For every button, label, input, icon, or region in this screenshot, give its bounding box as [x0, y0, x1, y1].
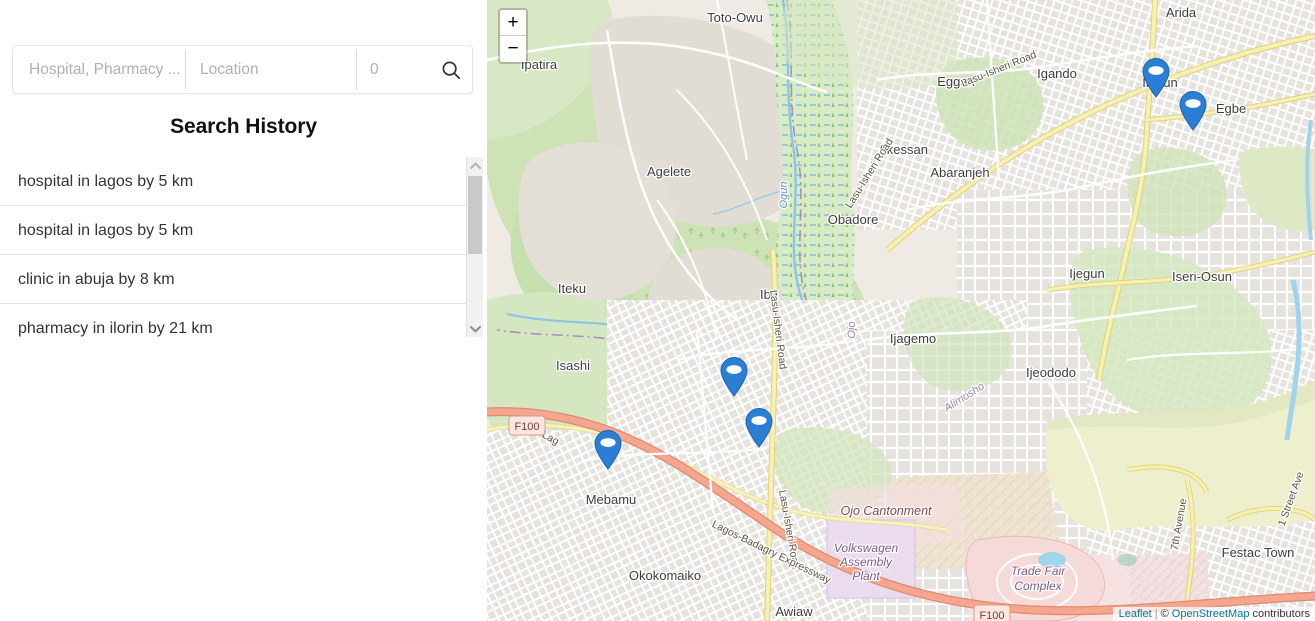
marker-mebamu[interactable]	[591, 428, 625, 470]
leaflet-link[interactable]: Leaflet	[1119, 608, 1152, 620]
map-label-poi: Assembly	[839, 555, 893, 569]
map-label-water: Ogun	[778, 182, 790, 209]
map-label-place: Ijagemo	[890, 331, 936, 346]
map-label-poi: Volkswagen	[834, 541, 899, 555]
map-label-place: Festac Town	[1222, 545, 1295, 560]
search-history-item[interactable]: pharmacy in ilorin by 21 km	[0, 304, 466, 337]
app-root: Search History hospital in lagos by 5 km…	[0, 0, 1315, 621]
zoom-in-button[interactable]: +	[500, 10, 526, 36]
map-view[interactable]: Toto-Owu Ipatira Agelete Akessan Obadore Egga…	[487, 0, 1315, 621]
search-history-title: Search History	[170, 115, 317, 138]
search-history-list: hospital in lagos by 5 km hospital in lag…	[0, 157, 466, 337]
zoom-out-button[interactable]: −	[500, 36, 526, 62]
marker-ikotun[interactable]	[1139, 56, 1173, 98]
map-label-place: Obadore	[828, 212, 879, 227]
map-label-place: Awiaw	[775, 604, 813, 619]
map-label-place: Abaranjeh	[930, 165, 989, 180]
attribution-separator: |	[1154, 608, 1158, 620]
scrollbar-up-arrow[interactable]	[467, 157, 483, 174]
openstreetmap-link[interactable]: OpenStreetMap	[1172, 608, 1250, 620]
marker-iba[interactable]	[717, 355, 751, 397]
marker-egbe[interactable]	[1176, 89, 1210, 131]
svg-text:F100: F100	[514, 421, 539, 433]
map-label-boundary: Ojo	[846, 321, 858, 338]
search-location-input[interactable]	[186, 46, 356, 93]
map-label-place: Ijegun	[1069, 266, 1104, 281]
map-label-place: Okokomaiko	[629, 568, 701, 583]
map-label-place: Isashi	[556, 358, 590, 373]
map-label-poi: Plant	[852, 569, 880, 583]
search-history-scrollbar[interactable]	[466, 157, 483, 337]
attribution-contributors: contributors	[1252, 608, 1310, 620]
map-label-place: Agelete	[647, 164, 691, 179]
map-label-place: Igando	[1037, 66, 1077, 81]
marker-lasu-road[interactable]	[742, 406, 776, 448]
chevron-up-icon	[469, 162, 481, 170]
map-label-place: Ijeododo	[1026, 365, 1076, 380]
copyright-symbol: ©	[1160, 608, 1169, 620]
search-history-item[interactable]: clinic in abuja by 8 km	[0, 255, 466, 304]
map-label-place: Iseri-Osun	[1172, 269, 1232, 284]
map-zoom-control: + −	[498, 8, 528, 64]
map-label-place: Toto-Owu	[707, 10, 763, 25]
map-label-place: Mebamu	[586, 492, 637, 507]
map-label-place: Iteku	[558, 281, 586, 296]
left-panel: Search History hospital in lagos by 5 km…	[0, 0, 487, 621]
map-label-place: Egbe	[1216, 101, 1246, 116]
search-keyword-input[interactable]	[13, 46, 185, 93]
search-history-scroll-container[interactable]: hospital in lagos by 5 km hospital in lag…	[0, 157, 484, 337]
search-icon	[440, 59, 462, 81]
scrollbar-thumb[interactable]	[468, 176, 482, 254]
search-history-item[interactable]: hospital in lagos by 5 km	[0, 206, 466, 255]
map-road-shield: F100	[508, 415, 546, 436]
scrollbar-down-arrow[interactable]	[467, 320, 483, 337]
map-attribution: Leaflet | © OpenStreetMap contributors	[1112, 607, 1315, 621]
map-label-area: Ojo Cantonment	[840, 504, 932, 518]
search-bar	[12, 45, 473, 94]
search-radius-input[interactable]	[357, 46, 429, 93]
map-label-poi: Complex	[1014, 579, 1062, 593]
map-road-shield: F100	[973, 604, 1011, 621]
search-button[interactable]	[429, 46, 472, 93]
search-history-item[interactable]: hospital in lagos by 5 km	[0, 157, 466, 206]
map-label-poi: Trade Fair	[1011, 564, 1066, 578]
chevron-down-icon	[469, 325, 481, 333]
svg-text:F100: F100	[979, 610, 1004, 621]
map-label-place: Arida	[1166, 5, 1197, 20]
